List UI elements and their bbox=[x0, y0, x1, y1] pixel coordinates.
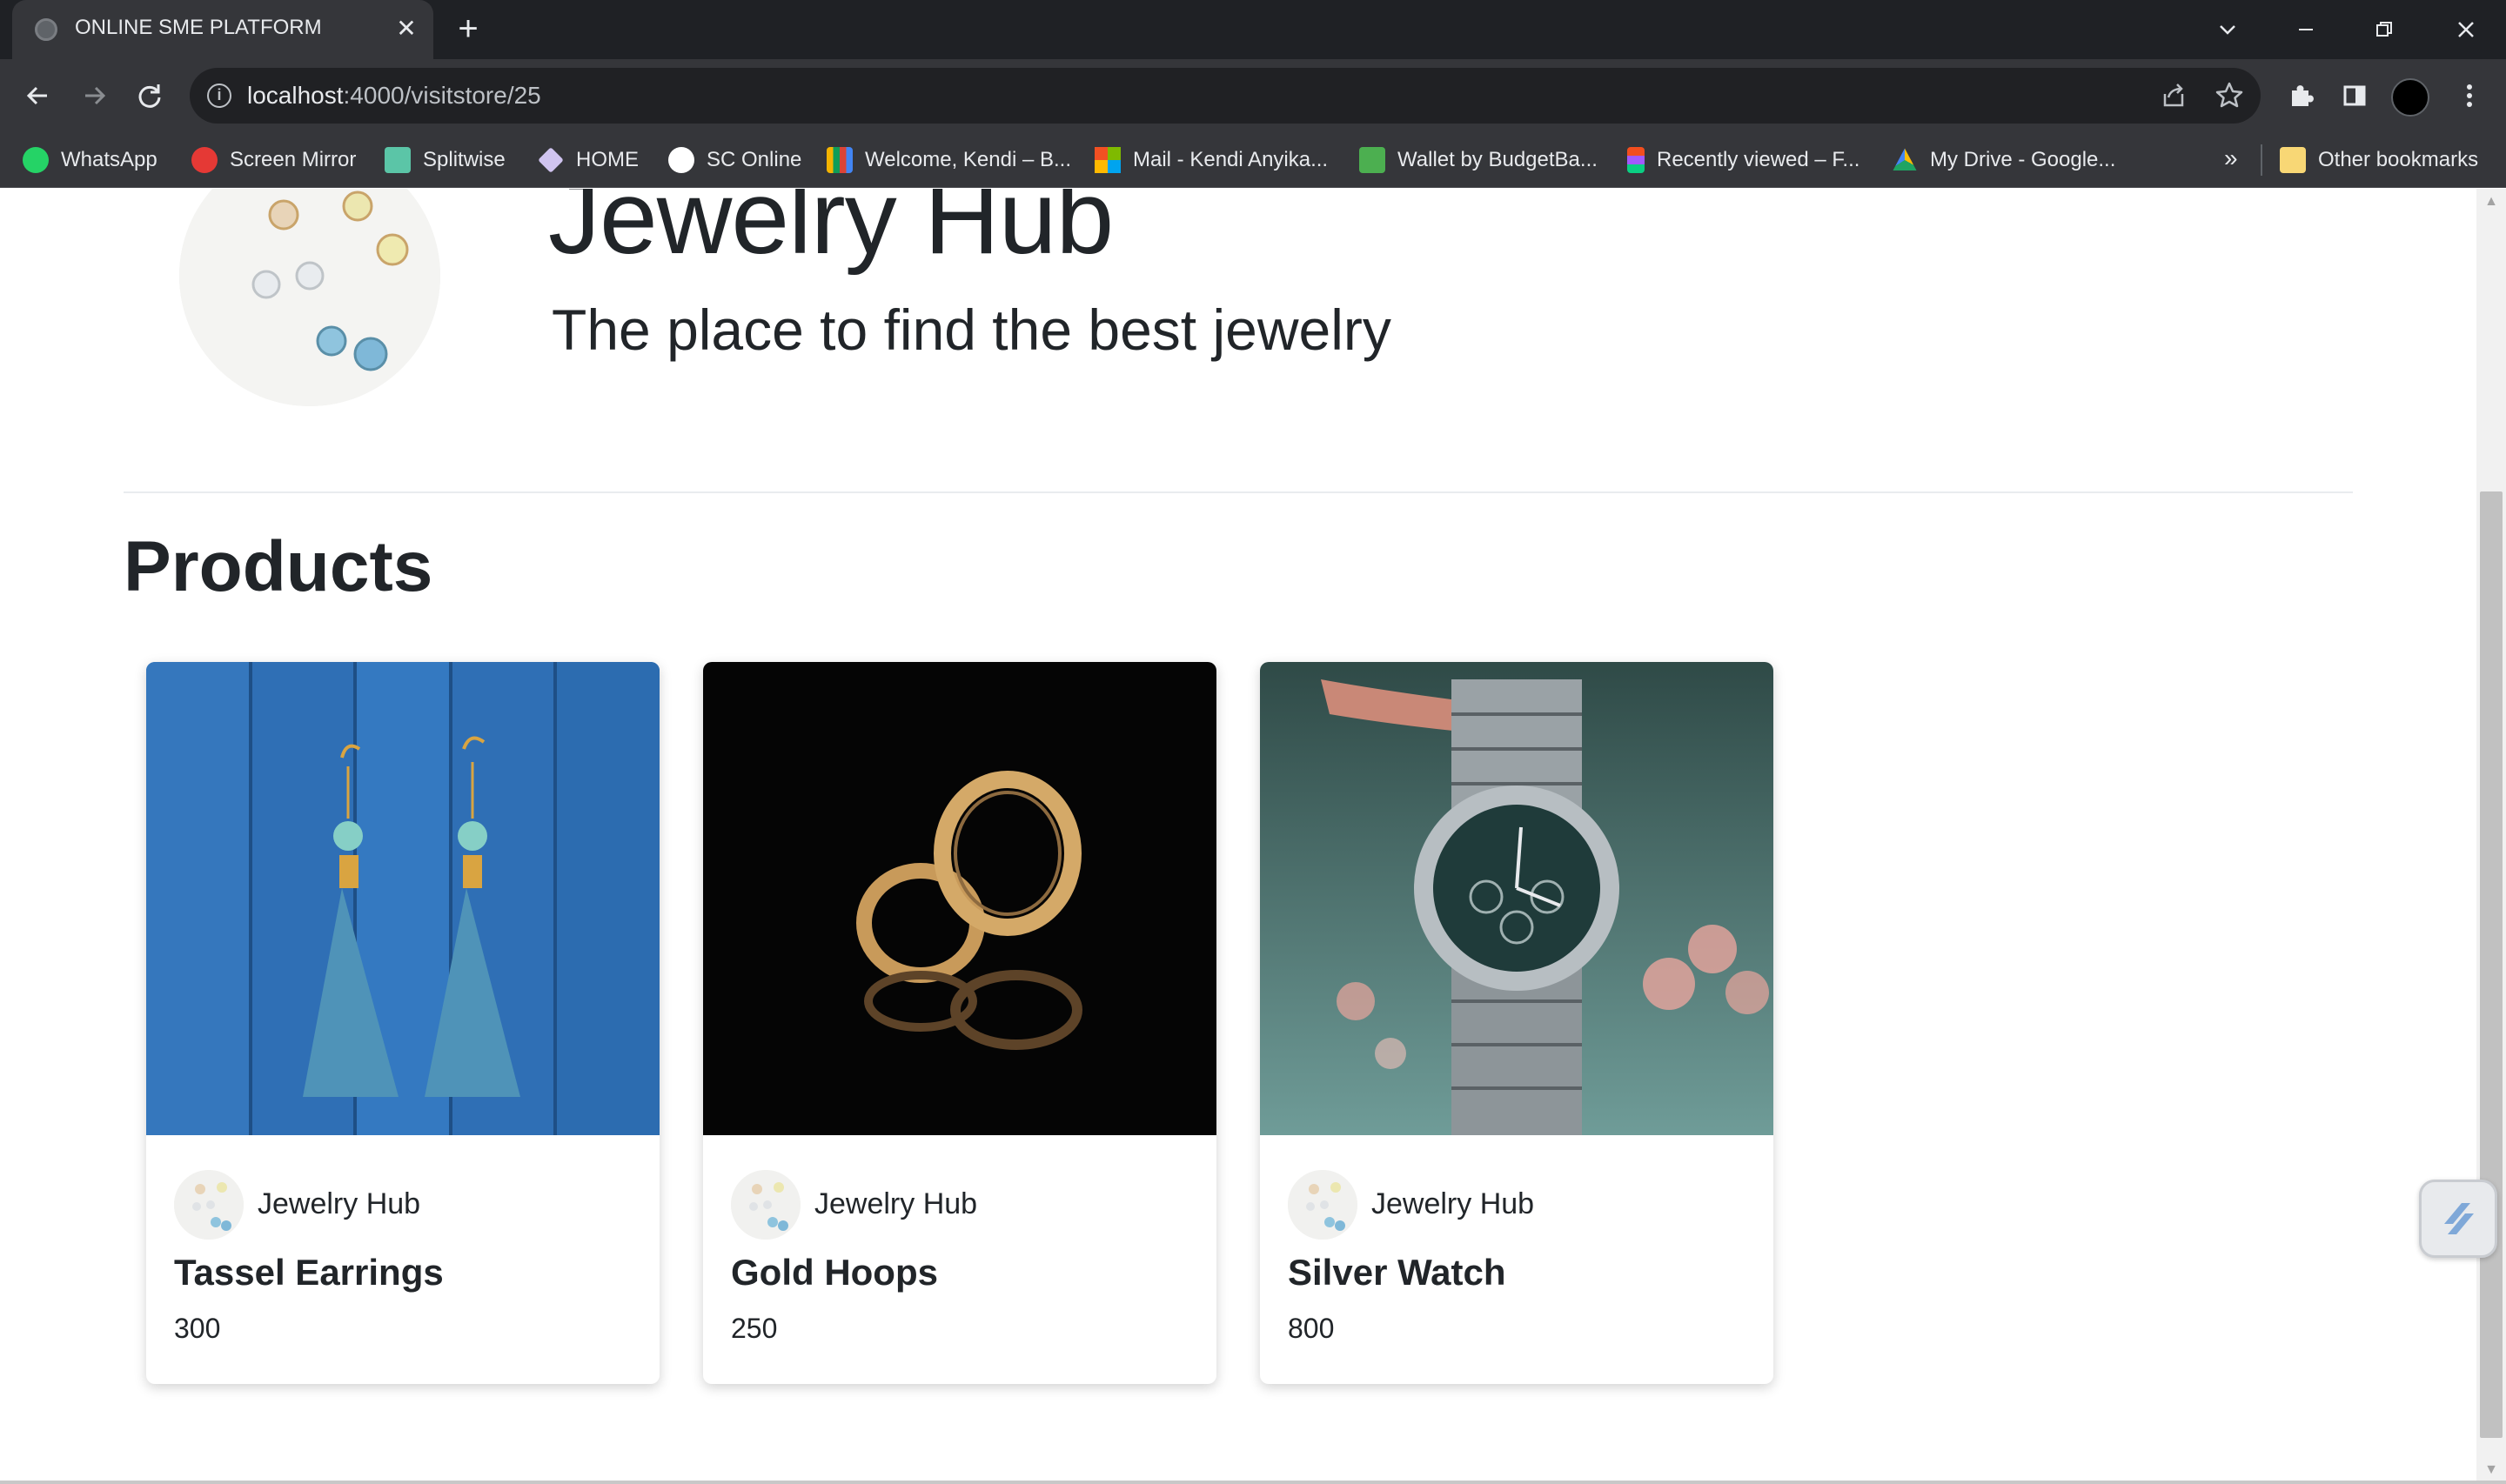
splitwise-icon bbox=[385, 147, 411, 173]
store-name: Jewelry Hub bbox=[548, 189, 1114, 276]
bookmark-other[interactable]: Other bookmarks bbox=[2280, 143, 2478, 177]
side-panel-icon[interactable] bbox=[2335, 77, 2374, 115]
product-price: 800 bbox=[1288, 1313, 1335, 1344]
product-card-silver-watch[interactable]: Jewelry Hub Silver Watch 800 bbox=[1260, 662, 1773, 1384]
chart-bars-icon bbox=[827, 147, 853, 173]
bookmark-splitwise[interactable]: Splitwise bbox=[385, 143, 506, 177]
bookmark-welcome-kendi[interactable]: Welcome, Kendi – B... bbox=[827, 143, 1071, 177]
store-logo bbox=[179, 189, 440, 406]
url-text[interactable]: localhost:4000/visitstore/25 bbox=[247, 82, 541, 110]
scroll-up-arrow-icon[interactable]: ▲ bbox=[2482, 192, 2501, 211]
header-divider bbox=[124, 491, 2353, 493]
whatsapp-icon bbox=[23, 147, 49, 173]
seller-name: Jewelry Hub bbox=[814, 1187, 978, 1220]
seller-name: Jewelry Hub bbox=[1371, 1187, 1535, 1220]
screen-mirror-icon bbox=[191, 147, 218, 173]
drive-icon bbox=[1893, 148, 1917, 170]
page-scrollbar[interactable]: ▲ ▼ bbox=[2476, 189, 2506, 1484]
bookmark-whatsapp[interactable]: WhatsApp bbox=[23, 143, 157, 177]
product-card-tassel-earrings[interactable]: Jewelry Hub Tassel Earrings 300 bbox=[146, 662, 660, 1384]
browser-tab[interactable]: ONLINE SME PLATFORM ✕ bbox=[12, 0, 433, 59]
tab-close-icon[interactable]: ✕ bbox=[392, 14, 421, 43]
seller-name: Jewelry Hub bbox=[258, 1187, 421, 1220]
seller-avatar bbox=[731, 1170, 801, 1240]
arrow-left-icon[interactable] bbox=[19, 77, 57, 115]
window-bottom-border bbox=[0, 1481, 2506, 1484]
scroll-down-arrow-icon[interactable]: ▼ bbox=[2482, 1461, 2501, 1480]
globe-icon bbox=[668, 147, 694, 173]
store-tagline: The place to find the best jewelry bbox=[552, 297, 1391, 362]
bookmark-google-drive[interactable]: My Drive - Google... bbox=[1892, 143, 2115, 177]
product-card-gold-hoops[interactable]: Jewelry Hub Gold Hoops 250 bbox=[703, 662, 1216, 1384]
info-icon[interactable]: i bbox=[207, 84, 231, 108]
tab-title: ONLINE SME PLATFORM bbox=[75, 16, 322, 39]
product-image-silver-watch[interactable] bbox=[1260, 662, 1773, 1135]
products-heading: Products bbox=[124, 527, 433, 606]
product-price: 300 bbox=[174, 1313, 221, 1344]
seller-avatar bbox=[174, 1170, 244, 1240]
bookmark-wallet[interactable]: Wallet by BudgetBa... bbox=[1359, 143, 1598, 177]
scroll-thumb[interactable] bbox=[2480, 491, 2503, 1438]
product-name[interactable]: Gold Hoops bbox=[731, 1252, 938, 1293]
more-bookmarks-button[interactable]: » bbox=[2224, 144, 2238, 172]
floating-extension-button[interactable] bbox=[2419, 1180, 2497, 1258]
bookmark-home[interactable]: HOME bbox=[538, 143, 639, 177]
profile-avatar[interactable] bbox=[2391, 78, 2429, 117]
reload-icon[interactable] bbox=[131, 77, 169, 115]
close-window-icon[interactable] bbox=[2447, 10, 2485, 49]
wallet-icon bbox=[1359, 147, 1385, 173]
product-name[interactable]: Silver Watch bbox=[1288, 1252, 1506, 1293]
figma-icon bbox=[1627, 147, 1645, 173]
folder-icon bbox=[2280, 147, 2306, 173]
bookmark-mail[interactable]: Mail - Kendi Anyika... bbox=[1095, 143, 1328, 177]
bookmark-separator bbox=[2261, 144, 2262, 176]
product-image-tassel-earrings[interactable] bbox=[146, 662, 660, 1135]
bookmark-screen-mirror[interactable]: Screen Mirror bbox=[191, 143, 356, 177]
arrow-right-icon[interactable] bbox=[75, 77, 113, 115]
home-diamond-icon bbox=[538, 147, 564, 173]
product-image-gold-hoops[interactable] bbox=[703, 662, 1216, 1135]
bookmarks-bar: WhatsApp Screen Mirror Splitwise HOME SC… bbox=[0, 132, 2506, 188]
page-viewport: Jewelry Hub The place to find the best j… bbox=[0, 189, 2476, 1484]
product-name[interactable]: Tassel Earrings bbox=[174, 1252, 444, 1293]
tab-favicon-icon bbox=[35, 18, 57, 41]
bookmark-sc-online[interactable]: SC Online bbox=[668, 143, 801, 177]
browser-toolbar: i localhost:4000/visitstore/25 bbox=[0, 59, 2506, 132]
address-bar[interactable]: i localhost:4000/visitstore/25 bbox=[190, 68, 2261, 124]
microsoft-icon bbox=[1095, 147, 1121, 173]
star-icon[interactable] bbox=[2212, 78, 2247, 113]
seller-avatar bbox=[1288, 1170, 1357, 1240]
puzzle-icon[interactable] bbox=[2282, 77, 2320, 115]
bookmark-figma[interactable]: Recently viewed – F... bbox=[1627, 143, 1859, 177]
tab-search-icon[interactable] bbox=[2208, 10, 2247, 49]
browser-title-bar: ONLINE SME PLATFORM ✕ + bbox=[0, 0, 2506, 59]
restore-icon[interactable] bbox=[2365, 10, 2403, 49]
share-icon[interactable] bbox=[2156, 78, 2191, 113]
new-tab-button[interactable]: + bbox=[451, 11, 486, 47]
product-price: 250 bbox=[731, 1313, 778, 1344]
minimize-icon[interactable] bbox=[2287, 10, 2325, 49]
menu-kebab-icon[interactable] bbox=[2450, 77, 2489, 115]
